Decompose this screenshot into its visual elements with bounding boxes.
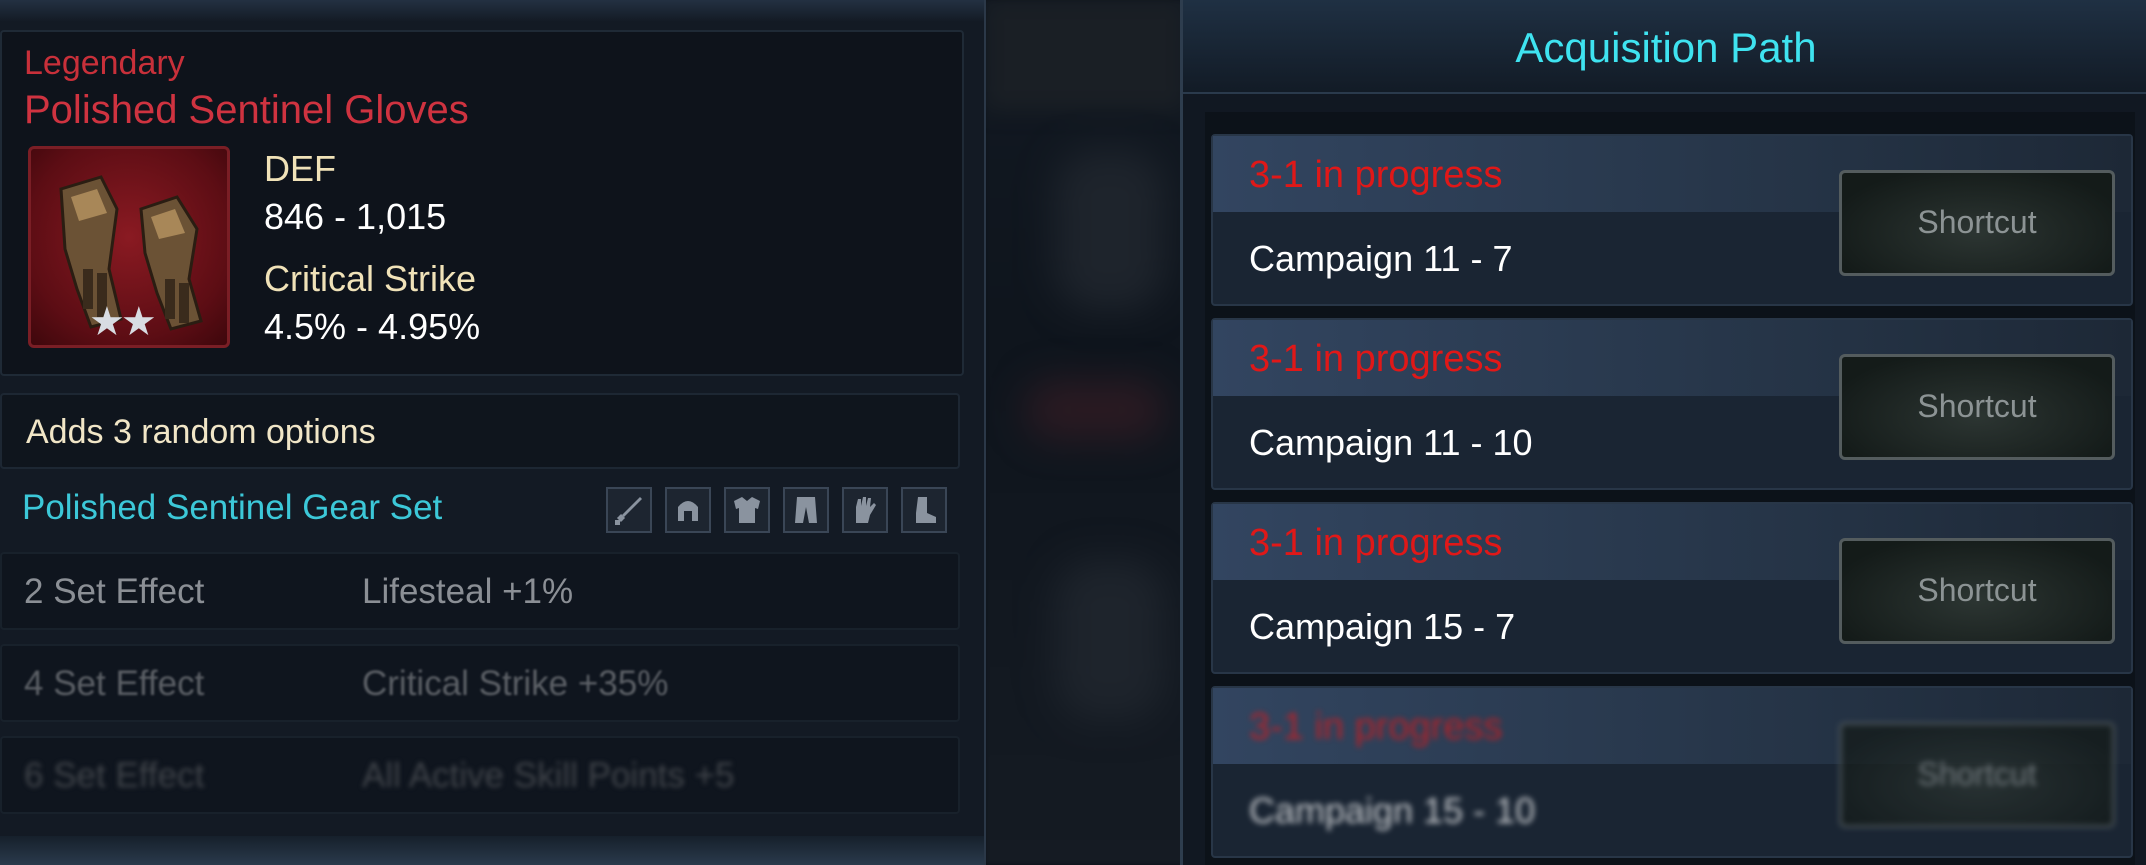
gloves-icon[interactable]	[842, 487, 888, 533]
set-effect-row: 6 Set Effect All Active Skill Points +5	[0, 736, 960, 814]
acquisition-title: Acquisition Path	[1515, 24, 1817, 71]
background-topbar	[985, 0, 1185, 110]
shortcut-button[interactable]: Shortcut	[1839, 722, 2115, 828]
random-options-box: Adds 3 random options	[0, 393, 960, 469]
acquisition-path-item: 3-1 in progress Campaign 11 - 10 Shortcu…	[1211, 318, 2133, 490]
item-rarity: Legendary	[24, 44, 185, 82]
gear-set-name: Polished Sentinel Gear Set	[22, 488, 443, 527]
set-effect-count: 2 Set Effect	[24, 572, 205, 611]
set-effect-row: 2 Set Effect Lifesteal +1%	[0, 552, 960, 630]
boots-icon[interactable]	[901, 487, 947, 533]
sword-icon[interactable]	[606, 487, 652, 533]
pants-icon[interactable]	[783, 487, 829, 533]
acquisition-path-item: 3-1 in progress Campaign 15 - 7 Shortcut	[1211, 502, 2133, 674]
set-effect-count: 6 Set Effect	[24, 756, 205, 795]
set-effect-value: Lifesteal +1%	[362, 572, 574, 611]
path-stage: Campaign 11 - 7	[1249, 238, 1513, 279]
set-effect-row: 4 Set Effect Critical Strike +35%	[0, 644, 960, 722]
stat-def-value: 846 - 1,015	[264, 196, 447, 237]
helmet-icon[interactable]	[665, 487, 711, 533]
set-effect-value: Critical Strike +35%	[362, 664, 669, 703]
item-icon-frame: ★★	[28, 146, 230, 348]
shortcut-button[interactable]: Shortcut	[1839, 170, 2115, 276]
background-blur	[985, 0, 1185, 865]
random-options-text: Adds 3 random options	[26, 413, 376, 451]
acquisition-path-item: 3-1 in progress Campaign 15 - 10 Shortcu…	[1211, 686, 2133, 858]
item-tooltip-panel: Legendary Polished Sentinel Gloves ★★ DE…	[0, 0, 986, 865]
path-stage: Campaign 15 - 7	[1249, 606, 1516, 647]
background-shape	[1025, 380, 1165, 440]
panel-bottom-edge	[0, 836, 984, 865]
shortcut-button[interactable]: Shortcut	[1839, 354, 2115, 460]
path-stage: Campaign 11 - 10	[1249, 422, 1533, 463]
acquisition-path-panel: Acquisition Path 3-1 in progress Campaig…	[1180, 0, 2146, 865]
path-status: 3-1 in progress	[1249, 154, 1503, 196]
path-status: 3-1 in progress	[1249, 706, 1503, 748]
stat-crit-label: Critical Strike	[264, 258, 477, 299]
panel-top-edge	[0, 0, 984, 22]
stat-def-label: DEF	[264, 148, 336, 189]
set-effect-count: 4 Set Effect	[24, 664, 205, 703]
stat-crit-value: 4.5% - 4.95%	[264, 306, 481, 347]
gear-set-pieces	[606, 487, 947, 533]
acquisition-title-bar: Acquisition Path	[1183, 0, 2146, 94]
set-effect-value: All Active Skill Points +5	[362, 756, 735, 795]
armor-icon[interactable]	[724, 487, 770, 533]
path-status: 3-1 in progress	[1249, 338, 1503, 380]
background-shape	[1055, 560, 1165, 720]
path-stage: Campaign 15 - 10	[1249, 790, 1536, 831]
background-shape	[1055, 150, 1165, 310]
path-status: 3-1 in progress	[1249, 522, 1503, 564]
item-name: Polished Sentinel Gloves	[24, 88, 469, 132]
acquisition-path-item: 3-1 in progress Campaign 11 - 7 Shortcut	[1211, 134, 2133, 306]
star-rating: ★★	[89, 300, 157, 344]
shortcut-button[interactable]: Shortcut	[1839, 538, 2115, 644]
